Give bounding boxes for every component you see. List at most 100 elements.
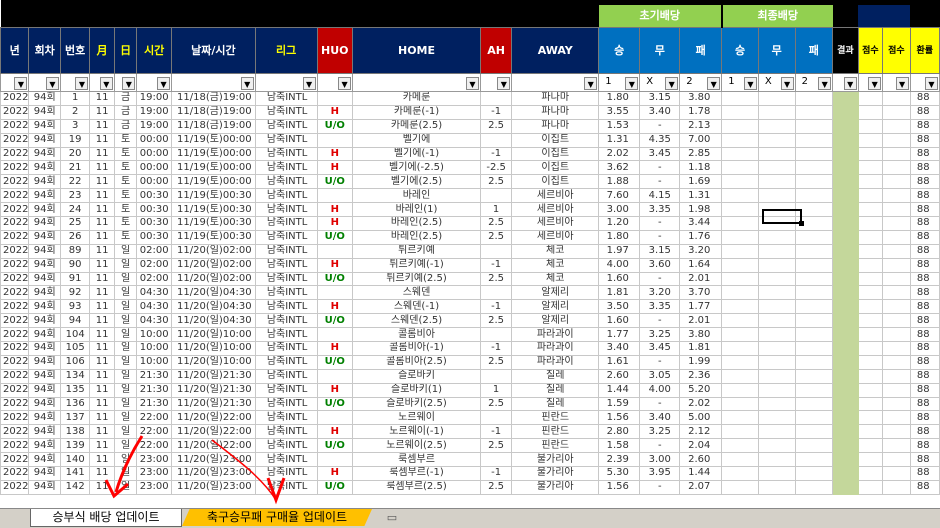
cell-huo[interactable]: U/O (316, 271, 354, 287)
cell-ah[interactable] (479, 410, 513, 426)
cell-home[interactable]: 스웨덴(2.5) (352, 313, 481, 329)
cell-final-draw[interactable] (757, 313, 796, 329)
cell-score-home[interactable] (857, 243, 884, 259)
cell-final-loss[interactable] (794, 271, 834, 287)
cell-final-loss[interactable] (794, 104, 834, 120)
cell-time[interactable]: 23:00 (136, 479, 173, 495)
cell-result[interactable] (832, 452, 859, 468)
cell-round[interactable]: 94회 (28, 341, 61, 356)
cell-score-away[interactable] (882, 188, 911, 204)
cell-final-win[interactable] (721, 174, 759, 190)
filter-cell[interactable]: ▼ (171, 73, 256, 92)
cell-ah[interactable]: -1 (479, 104, 513, 120)
cell-early-win[interactable]: 1.61 (598, 354, 641, 370)
cell-month[interactable]: 11 (89, 410, 115, 426)
cell-round[interactable]: 94회 (28, 354, 61, 370)
cell-number[interactable]: 136 (59, 396, 91, 412)
cell-round[interactable]: 94회 (28, 118, 61, 134)
cell-refund[interactable]: 88 (909, 424, 940, 440)
cell-early-win[interactable]: 1.58 (598, 438, 641, 454)
cell-final-draw[interactable] (757, 410, 796, 426)
cell-away[interactable]: 불가리아 (511, 452, 600, 468)
cell-final-win[interactable] (721, 354, 759, 370)
cell-refund[interactable]: 88 (909, 104, 940, 120)
sheet-tab-odds-update[interactable]: 승부식 배당 업데이트 (30, 509, 182, 527)
cell-result[interactable] (832, 91, 859, 106)
cell-early-loss[interactable]: 1.81 (679, 341, 723, 356)
cell-ah[interactable]: -1 (479, 466, 513, 481)
cell-year[interactable]: 2022 (0, 285, 30, 301)
cell-home[interactable]: 콜롬비아 (352, 327, 481, 343)
filter-dropdown-icon[interactable]: ▼ (925, 76, 938, 90)
cell-ah[interactable]: 2.5 (479, 216, 513, 231)
cell-round[interactable]: 94회 (28, 438, 61, 454)
filter-dropdown-icon[interactable]: ▼ (240, 76, 254, 90)
cell-time[interactable]: 19:00 (136, 104, 173, 120)
filter-dropdown-icon[interactable]: ▼ (625, 76, 639, 90)
cell-away[interactable]: 세르비아 (511, 216, 600, 231)
cell-time[interactable]: 10:00 (136, 341, 173, 356)
cell-score-home[interactable] (857, 424, 884, 440)
cell-away[interactable]: 이집트 (511, 146, 600, 162)
cell-home[interactable]: 룩셈부르(-1) (352, 466, 481, 481)
cell-league[interactable]: 남축INTL (254, 160, 318, 176)
cell-datetime[interactable]: 11/20(일)23:00 (171, 479, 256, 495)
cell-final-loss[interactable] (794, 452, 834, 468)
cell-early-draw[interactable]: 4.00 (639, 382, 681, 398)
cell-month[interactable]: 11 (89, 479, 115, 495)
cell-round[interactable]: 94회 (28, 479, 61, 495)
cell-refund[interactable]: 88 (909, 341, 940, 356)
cell-final-win[interactable] (721, 382, 759, 398)
cell-early-win[interactable]: 1.77 (598, 327, 641, 343)
cell-round[interactable]: 94회 (28, 368, 61, 384)
cell-weekday[interactable]: 토 (113, 229, 138, 245)
cell-final-win[interactable] (721, 104, 759, 120)
cell-month[interactable]: 11 (89, 91, 115, 106)
cell-early-loss[interactable]: 3.44 (679, 216, 723, 231)
cell-time[interactable]: 02:00 (136, 271, 173, 287)
cell-final-loss[interactable] (794, 354, 834, 370)
cell-early-draw[interactable]: 3.45 (639, 341, 681, 356)
cell-round[interactable]: 94회 (28, 188, 61, 204)
cell-home[interactable]: 바레인(2.5) (352, 216, 481, 231)
cell-refund[interactable]: 88 (909, 285, 940, 301)
cell-early-win[interactable]: 1.60 (598, 313, 641, 329)
cell-score-home[interactable] (857, 104, 884, 120)
cell-year[interactable]: 2022 (0, 160, 30, 176)
cell-month[interactable]: 11 (89, 438, 115, 454)
col-header-score-away[interactable]: 점수 (882, 27, 911, 74)
cell-huo[interactable]: U/O (316, 438, 354, 454)
new-sheet-icon[interactable]: ▭ (382, 509, 402, 526)
cell-final-draw[interactable] (757, 299, 796, 315)
cell-refund[interactable]: 88 (909, 479, 940, 495)
cell-refund[interactable]: 88 (909, 216, 940, 231)
cell-final-win[interactable] (721, 188, 759, 204)
filter-dropdown-icon[interactable]: ▼ (895, 76, 909, 90)
cell-number[interactable]: 142 (59, 479, 91, 495)
cell-time[interactable]: 22:00 (136, 424, 173, 440)
cell-result[interactable] (832, 285, 859, 301)
cell-score-away[interactable] (882, 91, 911, 106)
cell-ah[interactable] (479, 368, 513, 384)
table-row[interactable]: 2022 94회 135 11 일 21:30 11/20(일)21:30 남축INTL H 슬로… (0, 382, 940, 398)
cell-home[interactable]: 벨기에(2.5) (352, 174, 481, 190)
cell-away[interactable]: 알제리 (511, 285, 600, 301)
cell-time[interactable]: 23:00 (136, 466, 173, 481)
cell-final-loss[interactable] (794, 285, 834, 301)
cell-time[interactable]: 04:30 (136, 299, 173, 315)
filter-dropdown-icon[interactable]: ▼ (302, 76, 316, 90)
cell-datetime[interactable]: 11/20(일)22:00 (171, 424, 256, 440)
cell-time[interactable]: 02:00 (136, 257, 173, 273)
cell-weekday[interactable]: 토 (113, 216, 138, 231)
cell-early-loss[interactable]: 2.12 (679, 424, 723, 440)
cell-round[interactable]: 94회 (28, 243, 61, 259)
cell-early-loss[interactable]: 3.20 (679, 243, 723, 259)
cell-round[interactable]: 94회 (28, 424, 61, 440)
cell-home[interactable]: 슬로바키(1) (352, 382, 481, 398)
cell-weekday[interactable]: 금 (113, 104, 138, 120)
cell-number[interactable]: 139 (59, 438, 91, 454)
cell-early-loss[interactable]: 2.60 (679, 452, 723, 468)
cell-final-win[interactable] (721, 257, 759, 273)
cell-round[interactable]: 94회 (28, 229, 61, 245)
cell-result[interactable] (832, 410, 859, 426)
